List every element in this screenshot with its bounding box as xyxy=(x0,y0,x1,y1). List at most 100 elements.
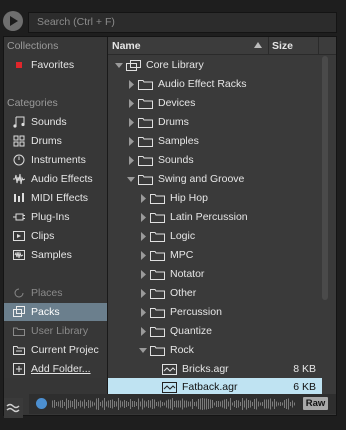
sidebar-item-label: Favorites xyxy=(31,59,75,71)
folder-icon xyxy=(150,346,165,356)
expand-right-icon[interactable] xyxy=(126,75,136,94)
sidebar-item-midi-effects[interactable]: MIDI Effects xyxy=(4,189,107,207)
collections-heading: Collections xyxy=(7,40,59,52)
row-label: Quantize xyxy=(170,325,213,337)
sidebar-heading-places: Places xyxy=(4,284,107,302)
folder-row[interactable]: Audio Effect Racks xyxy=(108,75,322,94)
folder-icon xyxy=(150,327,165,337)
packs-icon xyxy=(126,60,141,71)
expand-right-icon[interactable] xyxy=(138,208,148,227)
project-folder-icon xyxy=(13,346,25,355)
sidebar-item-instruments[interactable]: Instruments xyxy=(4,151,107,169)
sidebar-item-current-project[interactable]: Current Projec xyxy=(4,341,107,359)
expand-down-icon[interactable] xyxy=(114,56,124,75)
folder-row[interactable]: Rock xyxy=(108,341,322,360)
search-input[interactable]: Search (Ctrl + F) xyxy=(28,12,337,33)
file-row[interactable]: Bricks.agr 8 KB xyxy=(108,360,322,379)
row-label: Samples xyxy=(158,135,199,147)
expand-right-icon[interactable] xyxy=(126,113,136,132)
scrollbar[interactable] xyxy=(322,56,328,300)
folder-icon xyxy=(138,175,153,185)
packs-icon xyxy=(13,306,25,317)
plug-icon xyxy=(13,213,25,221)
sidebar-item-label: Current Projec xyxy=(31,344,99,356)
expand-right-icon[interactable] xyxy=(126,94,136,113)
folder-row[interactable]: MPC xyxy=(108,246,322,265)
places-heading: Places xyxy=(31,287,63,299)
expand-down-icon[interactable] xyxy=(138,341,148,360)
expand-right-icon[interactable] xyxy=(138,227,148,246)
drum-pads-icon xyxy=(13,135,25,147)
folder-row[interactable]: Latin Percussion xyxy=(108,208,322,227)
sidebar-item-audio-effects[interactable]: Audio Effects xyxy=(4,170,107,188)
expand-right-icon[interactable] xyxy=(126,132,136,151)
folder-row[interactable]: Notator xyxy=(108,265,322,284)
expand-down-icon[interactable] xyxy=(126,170,136,189)
favorite-color-icon xyxy=(16,62,22,68)
row-label: Devices xyxy=(158,97,196,109)
sidebar-item-plug-ins[interactable]: Plug-Ins xyxy=(4,208,107,226)
sidebar-item-drums[interactable]: Drums xyxy=(4,132,107,150)
row-label: Core Library xyxy=(146,59,204,71)
sort-arrow-icon[interactable] xyxy=(254,41,262,49)
folder-icon xyxy=(138,99,153,109)
folder-row[interactable]: Logic xyxy=(108,227,322,246)
expand-right-icon[interactable] xyxy=(138,265,148,284)
sample-wave-icon xyxy=(13,250,25,260)
folder-row[interactable]: Sounds xyxy=(108,151,322,170)
row-label: Sounds xyxy=(158,154,194,166)
folder-row[interactable]: Drums xyxy=(108,113,322,132)
sidebar-item-sounds[interactable]: Sounds xyxy=(4,113,107,131)
folder-row[interactable]: Percussion xyxy=(108,303,322,322)
help-icon[interactable] xyxy=(36,398,47,409)
row-label: Notator xyxy=(170,268,205,280)
sidebar-item-samples[interactable]: Samples xyxy=(4,246,107,264)
expand-right-icon[interactable] xyxy=(138,322,148,341)
user-folder-icon xyxy=(13,327,25,336)
sidebar-item-packs[interactable]: Packs xyxy=(4,303,107,321)
folder-row[interactable]: Hip Hop xyxy=(108,189,322,208)
row-label: Hip Hop xyxy=(170,192,208,204)
row-label: Latin Percussion xyxy=(170,211,248,223)
expand-right-icon[interactable] xyxy=(138,284,148,303)
sidebar-item-label: Audio Effects xyxy=(31,173,93,185)
row-label: Swing and Groove xyxy=(158,173,245,185)
folder-icon xyxy=(150,308,165,318)
refresh-circle-icon xyxy=(14,288,24,298)
sidebar-item-favorites[interactable]: Favorites xyxy=(4,56,107,74)
folder-row[interactable]: Swing and Groove xyxy=(108,170,322,189)
folder-icon xyxy=(150,232,165,242)
column-divider[interactable] xyxy=(318,37,319,55)
expand-right-icon[interactable] xyxy=(126,151,136,170)
row-label: Logic xyxy=(170,230,196,242)
folder-icon xyxy=(150,194,165,204)
folder-icon xyxy=(138,156,153,166)
folder-row[interactable]: Devices xyxy=(108,94,322,113)
size-column-header[interactable]: Size xyxy=(272,40,293,52)
sidebar-item-clips[interactable]: Clips xyxy=(4,227,107,245)
sidebar-item-label: Packs xyxy=(31,306,60,318)
raw-button[interactable]: Raw xyxy=(303,397,328,410)
preview-waveform[interactable] xyxy=(52,397,298,411)
categories-heading: Categories xyxy=(7,97,58,109)
sidebar-item-add-folder[interactable]: Add Folder... xyxy=(4,360,107,378)
browser-toggle-button[interactable] xyxy=(3,11,23,31)
folder-row[interactable]: Quantize xyxy=(108,322,322,341)
sidebar-item-user-library[interactable]: User Library xyxy=(4,322,107,340)
folder-icon xyxy=(150,251,165,261)
midi-bars-icon xyxy=(14,193,24,202)
folder-icon xyxy=(150,270,165,280)
folder-row[interactable]: Other xyxy=(108,284,322,303)
expand-right-icon[interactable] xyxy=(138,246,148,265)
expand-right-icon[interactable] xyxy=(138,189,148,208)
name-column-header[interactable]: Name xyxy=(112,40,141,52)
sidebar-item-label: MIDI Effects xyxy=(31,192,88,204)
row-label: Bricks.agr xyxy=(182,363,229,375)
expand-right-icon[interactable] xyxy=(138,303,148,322)
resize-grip-icon[interactable] xyxy=(4,398,23,418)
folder-row[interactable]: Samples xyxy=(108,132,322,151)
plus-box-icon xyxy=(13,363,25,375)
column-divider[interactable] xyxy=(268,37,269,55)
sidebar-item-label: User Library xyxy=(31,325,89,337)
folder-row[interactable]: Core Library xyxy=(108,56,322,75)
